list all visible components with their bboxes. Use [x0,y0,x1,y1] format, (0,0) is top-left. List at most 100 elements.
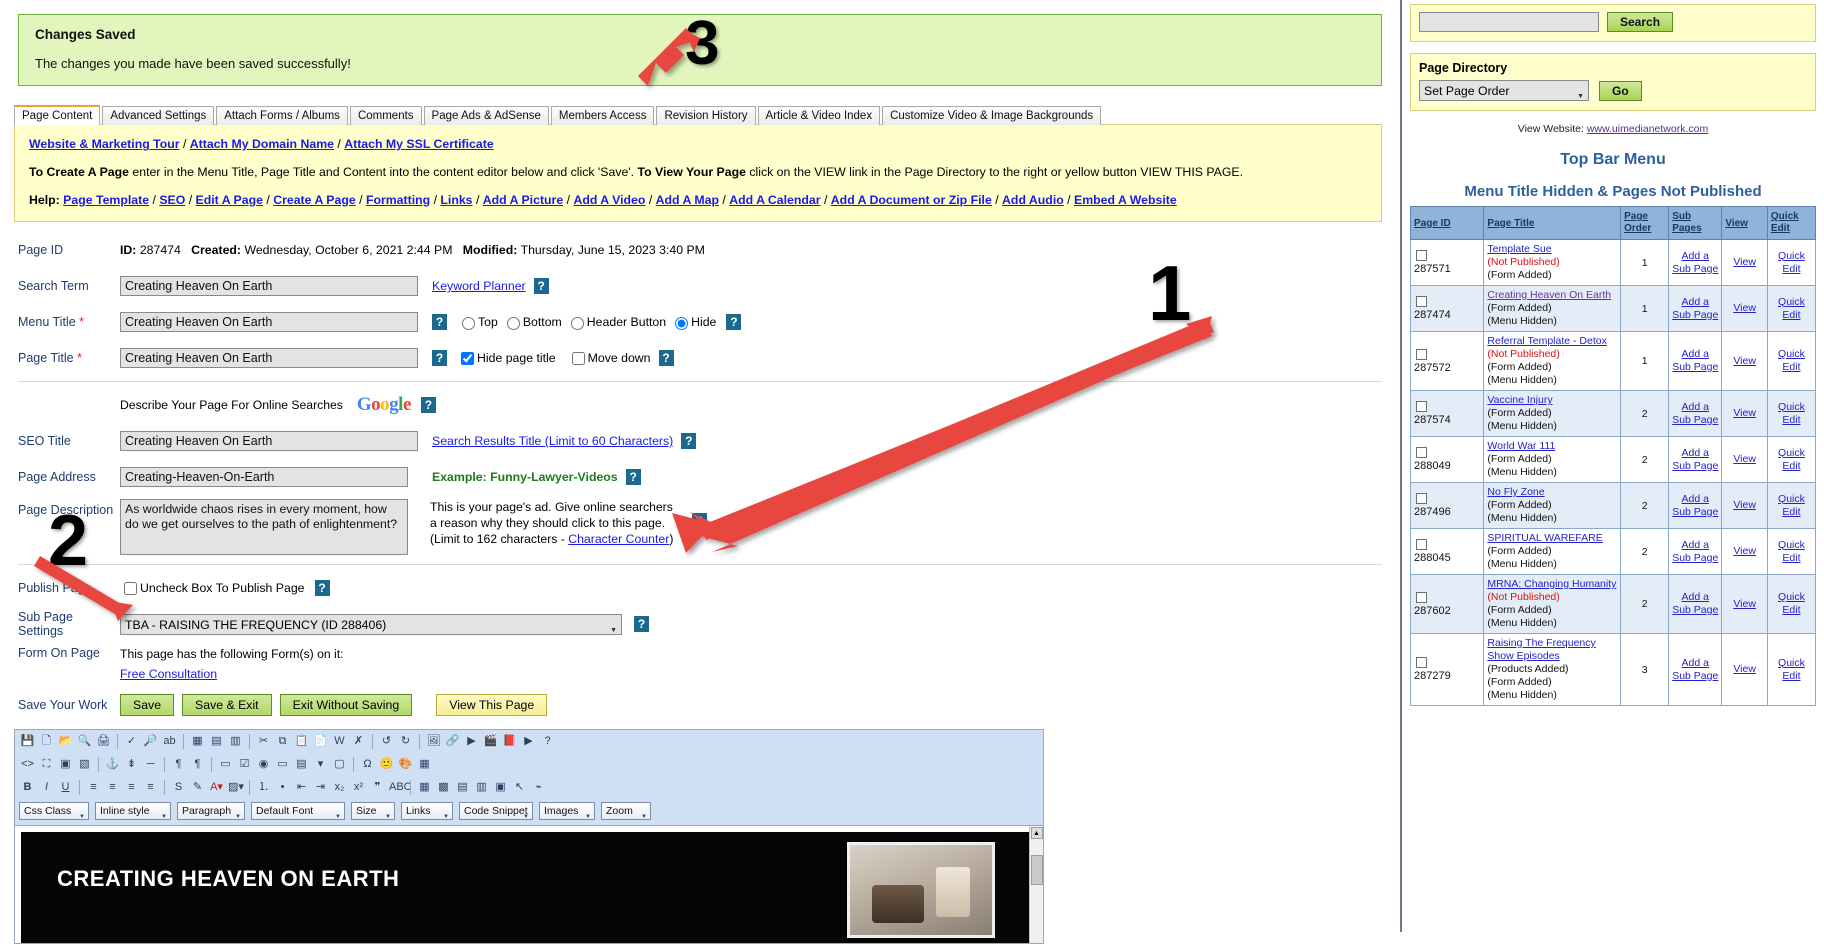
row-title-link[interactable]: Creating Heaven On Earth [1487,289,1617,302]
underline-icon[interactable]: U [57,779,74,796]
row-checkbox[interactable] [1416,539,1427,550]
quick-edit-link[interactable]: Quick Edit [1771,657,1812,683]
quick-edit-link[interactable]: Quick Edit [1771,348,1812,374]
row-checkbox[interactable] [1416,591,1427,603]
italic-icon[interactable]: I [38,779,55,796]
undo-icon[interactable]: ↺ [378,733,395,750]
quick-edit-link[interactable]: Quick Edit [1771,447,1812,473]
zoom-select[interactable]: Zoom [601,802,651,826]
help-link-add-a-document[interactable]: Add A Document or Zip File [831,193,992,207]
radio-menu-header-button[interactable] [570,317,584,330]
images-select[interactable]: Images [539,802,595,826]
textarea-tool-icon[interactable]: ▤ [293,756,310,773]
add-sub-page-link[interactable]: Add a Sub Page [1672,447,1718,473]
tab-revision-history[interactable]: Revision History [656,106,756,125]
tab-attach-forms-albums[interactable]: Attach Forms / Albums [216,106,348,125]
tab-article-video-index[interactable]: Article & Video Index [757,106,881,125]
color-palette-icon[interactable]: 🎨 [397,756,414,773]
row-checkbox[interactable] [1416,657,1427,668]
paragraph-format-select[interactable]: Paragraph [177,802,245,826]
quick-edit-link[interactable]: Quick Edit [1771,539,1812,565]
help-icon-publish[interactable]: ? [314,580,330,596]
code-snippet-select[interactable]: Code Snippet [459,802,533,826]
font-size-select[interactable]: Size [351,802,395,826]
link-attach-ssl-certificate[interactable]: Attach My SSL Certificate [344,137,493,151]
search-term-input[interactable] [120,276,418,296]
indent-icon[interactable]: ⇥ [312,779,329,796]
row-checkbox[interactable] [1416,296,1427,307]
blockquote-icon[interactable]: ❞ [369,779,386,796]
view-link[interactable]: View [1725,499,1764,512]
exit-without-saving-button[interactable]: Exit Without Saving [279,694,413,716]
link-attach-domain-name[interactable]: Attach My Domain Name [190,137,334,151]
special-char-icon[interactable]: Ω [359,756,376,773]
th-quick-edit[interactable]: Quick Edit [1766,206,1817,240]
cut-icon[interactable]: ✂ [255,733,272,750]
quick-edit-link[interactable]: Quick Edit [1771,296,1812,322]
table-props-icon[interactable]: ▣ [492,779,509,796]
help-link-seo[interactable]: SEO [159,193,185,207]
help-link-add-a-calendar[interactable]: Add A Calendar [729,193,820,207]
maximize-icon[interactable]: ⛶ [38,756,55,773]
help-icon-sub-page[interactable]: ? [634,616,649,632]
row-checkbox[interactable] [1416,447,1427,458]
spellcheck-icon[interactable]: ✓ [123,733,140,750]
align-left-icon[interactable]: ≡ [85,779,102,796]
find-icon[interactable]: 🔎 [142,733,159,750]
form-icon[interactable]: ▭ [217,756,234,773]
subscript-icon[interactable]: x₂ [331,779,348,796]
checkbox-uncheck-to-publish[interactable] [124,581,137,595]
view-link[interactable]: View [1725,598,1764,611]
menu-title-input[interactable] [120,312,418,332]
row-checkbox[interactable] [1416,348,1427,360]
help-icon-page-description[interactable]: ? [692,513,707,529]
sidebar-search-button[interactable]: Search [1607,12,1674,32]
checkbox-move-down[interactable] [571,351,585,365]
smiley-icon[interactable]: 🙂 [378,756,395,773]
page-description-textarea[interactable]: As worldwide chaos rises in every moment… [120,499,408,555]
th-view[interactable]: View [1721,206,1768,240]
numbered-list-icon[interactable]: ⒈ [255,779,272,796]
add-sub-page-link[interactable]: Add a Sub Page [1672,348,1718,374]
quick-edit-link[interactable]: Quick Edit [1771,493,1812,519]
seo-title-hint-link[interactable]: Search Results Title (Limit to 60 Charac… [432,434,673,448]
help-icon-search-term[interactable]: ? [533,278,549,294]
help-icon-editor[interactable]: ? [539,733,556,750]
th-page-title[interactable]: Page Title [1483,206,1622,240]
paste-text-icon[interactable]: 📄 [312,733,329,750]
help-link-add-a-video[interactable]: Add A Video [573,193,645,207]
source-icon[interactable]: <> [19,756,36,773]
quick-edit-link[interactable]: Quick Edit [1771,401,1812,427]
editor-scrollbar[interactable]: ▲ [1029,826,1043,943]
anchor-icon[interactable]: ⚓ [104,756,121,773]
save-icon[interactable]: 💾 [19,733,36,750]
view-link[interactable]: View [1725,663,1764,676]
view-link[interactable]: View [1725,302,1764,315]
paste-word-icon[interactable]: W [331,733,348,750]
view-link[interactable]: View [1725,545,1764,558]
set-page-order-select[interactable]: Set Page Order [1419,80,1589,106]
font-family-select[interactable]: Default Font [251,802,345,826]
keyword-planner-link[interactable]: Keyword Planner [432,279,526,293]
outdent-icon[interactable]: ⇤ [293,779,310,796]
page-break-icon[interactable]: ⇟ [123,756,140,773]
insert-media-icon[interactable]: 🎬 [482,733,499,750]
tab-comments[interactable]: Comments [349,106,422,125]
cell-properties-icon[interactable]: ▩ [435,779,452,796]
help-link-links[interactable]: Links [440,193,472,207]
superscript-icon[interactable]: x² [350,779,367,796]
help-icon-move-down[interactable]: ? [658,350,674,366]
add-sub-page-link[interactable]: Add a Sub Page [1672,250,1718,276]
help-link-embed-a-website[interactable]: Embed A Website [1074,193,1177,207]
help-link-page-template[interactable]: Page Template [63,193,149,207]
tab-members-access[interactable]: Members Access [550,106,655,125]
view-website-link[interactable]: www.uimedianetwork.com [1587,123,1708,135]
help-link-formatting[interactable]: Formatting [366,193,430,207]
select-tool-icon[interactable]: ▾ [312,756,329,773]
spellcheck2-icon[interactable]: ABC [388,779,412,796]
quick-edit-link[interactable]: Quick Edit [1771,591,1812,617]
view-link[interactable]: View [1725,453,1764,466]
iframe-icon[interactable]: ▦ [416,756,433,773]
eyedropper-icon[interactable]: ⌁ [530,779,547,796]
th-page-id[interactable]: Page ID [1409,206,1485,240]
